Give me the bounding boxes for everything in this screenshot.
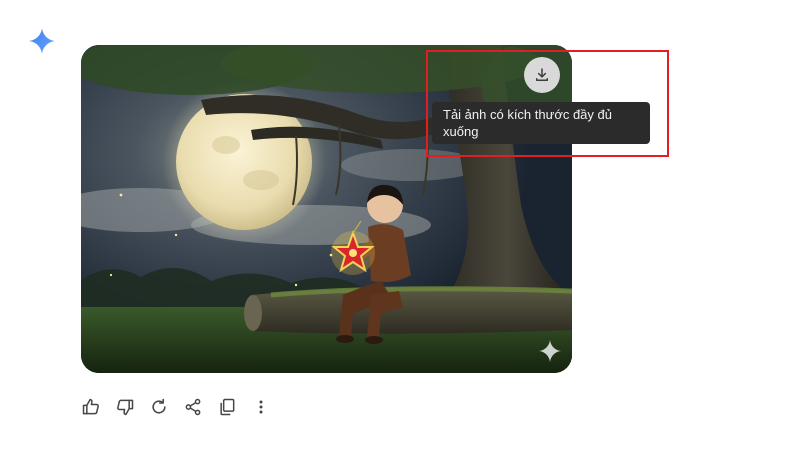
share-button[interactable] xyxy=(183,396,217,418)
copy-button[interactable] xyxy=(217,396,251,418)
response-container: Tải ảnh có kích thước đầy đủ xuống xyxy=(0,0,800,450)
refresh-icon xyxy=(152,398,166,414)
share-icon xyxy=(185,398,201,416)
regenerate-button[interactable] xyxy=(149,396,183,418)
download-button[interactable] xyxy=(524,57,560,93)
download-icon xyxy=(536,68,548,81)
download-tooltip: Tải ảnh có kích thước đầy đủ xuống xyxy=(432,102,650,144)
copy-icon xyxy=(220,398,235,416)
more-vert-icon xyxy=(259,400,263,414)
image-artwork xyxy=(81,45,572,373)
response-actions xyxy=(81,396,285,418)
generated-image[interactable] xyxy=(81,45,572,373)
thumbs-down-icon xyxy=(117,399,134,416)
thumbs-up-button[interactable] xyxy=(81,396,115,418)
more-options-button[interactable] xyxy=(251,396,285,418)
sparkle-icon xyxy=(539,340,561,362)
gemini-spark-icon xyxy=(29,28,55,54)
thumbs-up-icon xyxy=(82,398,99,415)
thumbs-down-button[interactable] xyxy=(115,396,149,418)
